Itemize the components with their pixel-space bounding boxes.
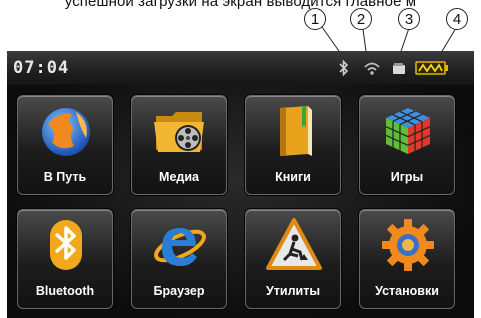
menu-tile-label: Утилиты: [265, 284, 320, 298]
menu-tile-label: В Путь: [43, 170, 87, 184]
bluetooth-icon: [339, 59, 349, 77]
menu-tile-label: Браузер: [153, 284, 205, 298]
media-folder-icon: [154, 112, 204, 152]
callout-3: 3: [398, 8, 420, 30]
rubiks-cube-icon: [385, 108, 431, 154]
menu-tile-utilities[interactable]: Утилиты: [245, 209, 341, 309]
menu-tile-books[interactable]: Книги: [245, 95, 341, 195]
menu-tile-browser[interactable]: Браузер: [131, 209, 227, 309]
menu-tile-navigation[interactable]: В Путь: [17, 95, 113, 195]
menu-tile-label: Игры: [390, 170, 424, 184]
menu-tile-label: Установки: [375, 284, 439, 298]
callout-4: 4: [446, 8, 468, 30]
callout-1: 1: [304, 8, 326, 30]
bluetooth-icon: [50, 220, 82, 270]
internet-explorer-icon: [154, 228, 206, 266]
menu-tile-settings[interactable]: Установки: [359, 209, 455, 309]
book-icon: [280, 106, 312, 156]
menu-tile-label: Bluetooth: [35, 284, 95, 298]
battery-icon: [415, 61, 448, 75]
storage-card-icon: [393, 63, 405, 74]
menu-tile-label: Медиа: [159, 170, 199, 184]
menu-tile-media[interactable]: Медиа: [131, 95, 227, 195]
globe-navigation-icon: [42, 108, 90, 156]
device-screen: 07:04 В Путь Медиа Книги Игры Bluetooth …: [7, 51, 474, 318]
roadwork-sign-icon: [266, 218, 322, 270]
clock: 07:04: [13, 58, 70, 78]
callout-2: 2: [350, 8, 372, 30]
status-bar: 07:04: [7, 51, 474, 86]
main-menu-grid: В Путь Медиа Книги Игры Bluetooth Браузе…: [7, 85, 474, 318]
menu-tile-label: Книги: [275, 170, 311, 184]
wifi-icon: [364, 62, 380, 75]
gear-icon: [382, 219, 434, 271]
menu-tile-bluetooth[interactable]: Bluetooth: [17, 209, 113, 309]
menu-tile-games[interactable]: Игры: [359, 95, 455, 195]
